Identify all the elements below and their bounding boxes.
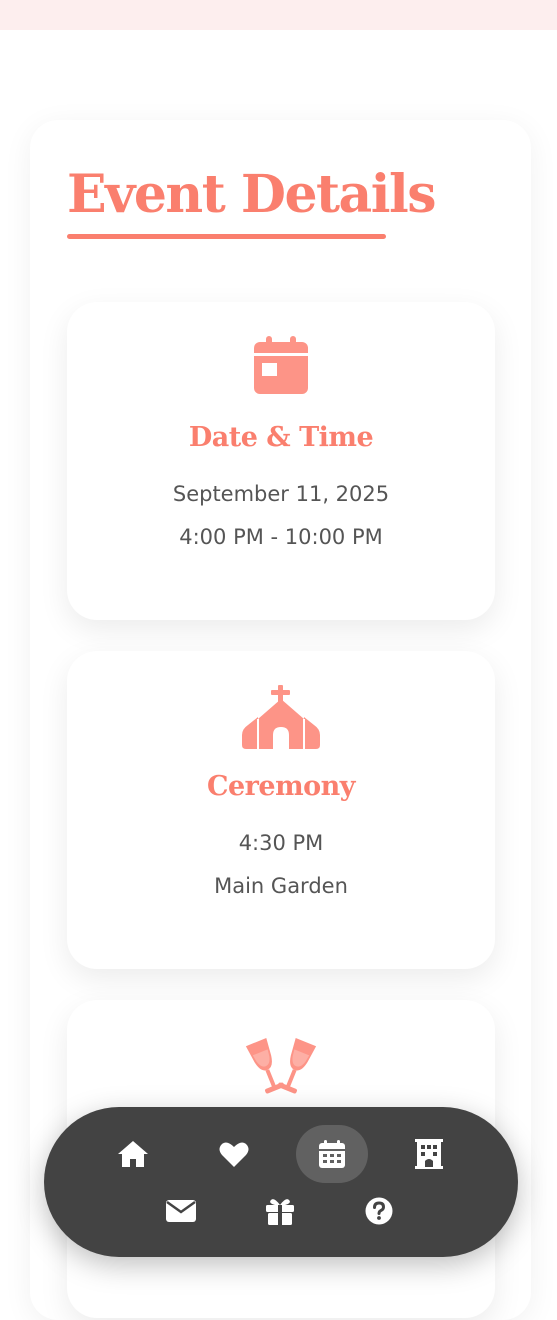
nav-gift-button[interactable]	[244, 1182, 316, 1240]
nav-calendar-button[interactable]	[296, 1125, 368, 1183]
gift-icon	[266, 1199, 294, 1225]
top-banner	[0, 0, 557, 30]
calendar-icon	[67, 336, 495, 396]
heart-icon	[219, 1142, 249, 1167]
nav-hotel-button[interactable]	[393, 1125, 465, 1183]
hotel-icon	[415, 1139, 443, 1169]
section-title: Event Details	[67, 164, 437, 225]
home-icon	[118, 1141, 148, 1167]
calendar-icon	[319, 1140, 345, 1168]
title-underline	[67, 234, 386, 239]
envelope-icon	[166, 1200, 196, 1222]
nav-rsvp-button[interactable]	[145, 1182, 217, 1240]
question-icon	[365, 1197, 393, 1225]
church-icon	[67, 685, 495, 749]
event-time: 4:00 PM - 10:00 PM	[179, 525, 383, 549]
event-date: September 11, 2025	[172, 482, 390, 506]
card-heading: Ceremony	[207, 771, 355, 802]
nav-home-button[interactable]	[97, 1125, 169, 1183]
card-heading: Date & Time	[188, 422, 374, 453]
bottom-navigation	[44, 1107, 518, 1257]
date-time-card: Date & Time September 11, 2025 4:00 PM -…	[67, 302, 495, 620]
nav-faq-button[interactable]	[343, 1182, 415, 1240]
nav-heart-button[interactable]	[198, 1125, 270, 1183]
ceremony-card: Ceremony 4:30 PM Main Garden	[67, 651, 495, 969]
champagne-glasses-icon	[67, 1034, 495, 1096]
ceremony-time: 4:30 PM	[238, 831, 324, 855]
ceremony-location: Main Garden	[214, 874, 348, 898]
